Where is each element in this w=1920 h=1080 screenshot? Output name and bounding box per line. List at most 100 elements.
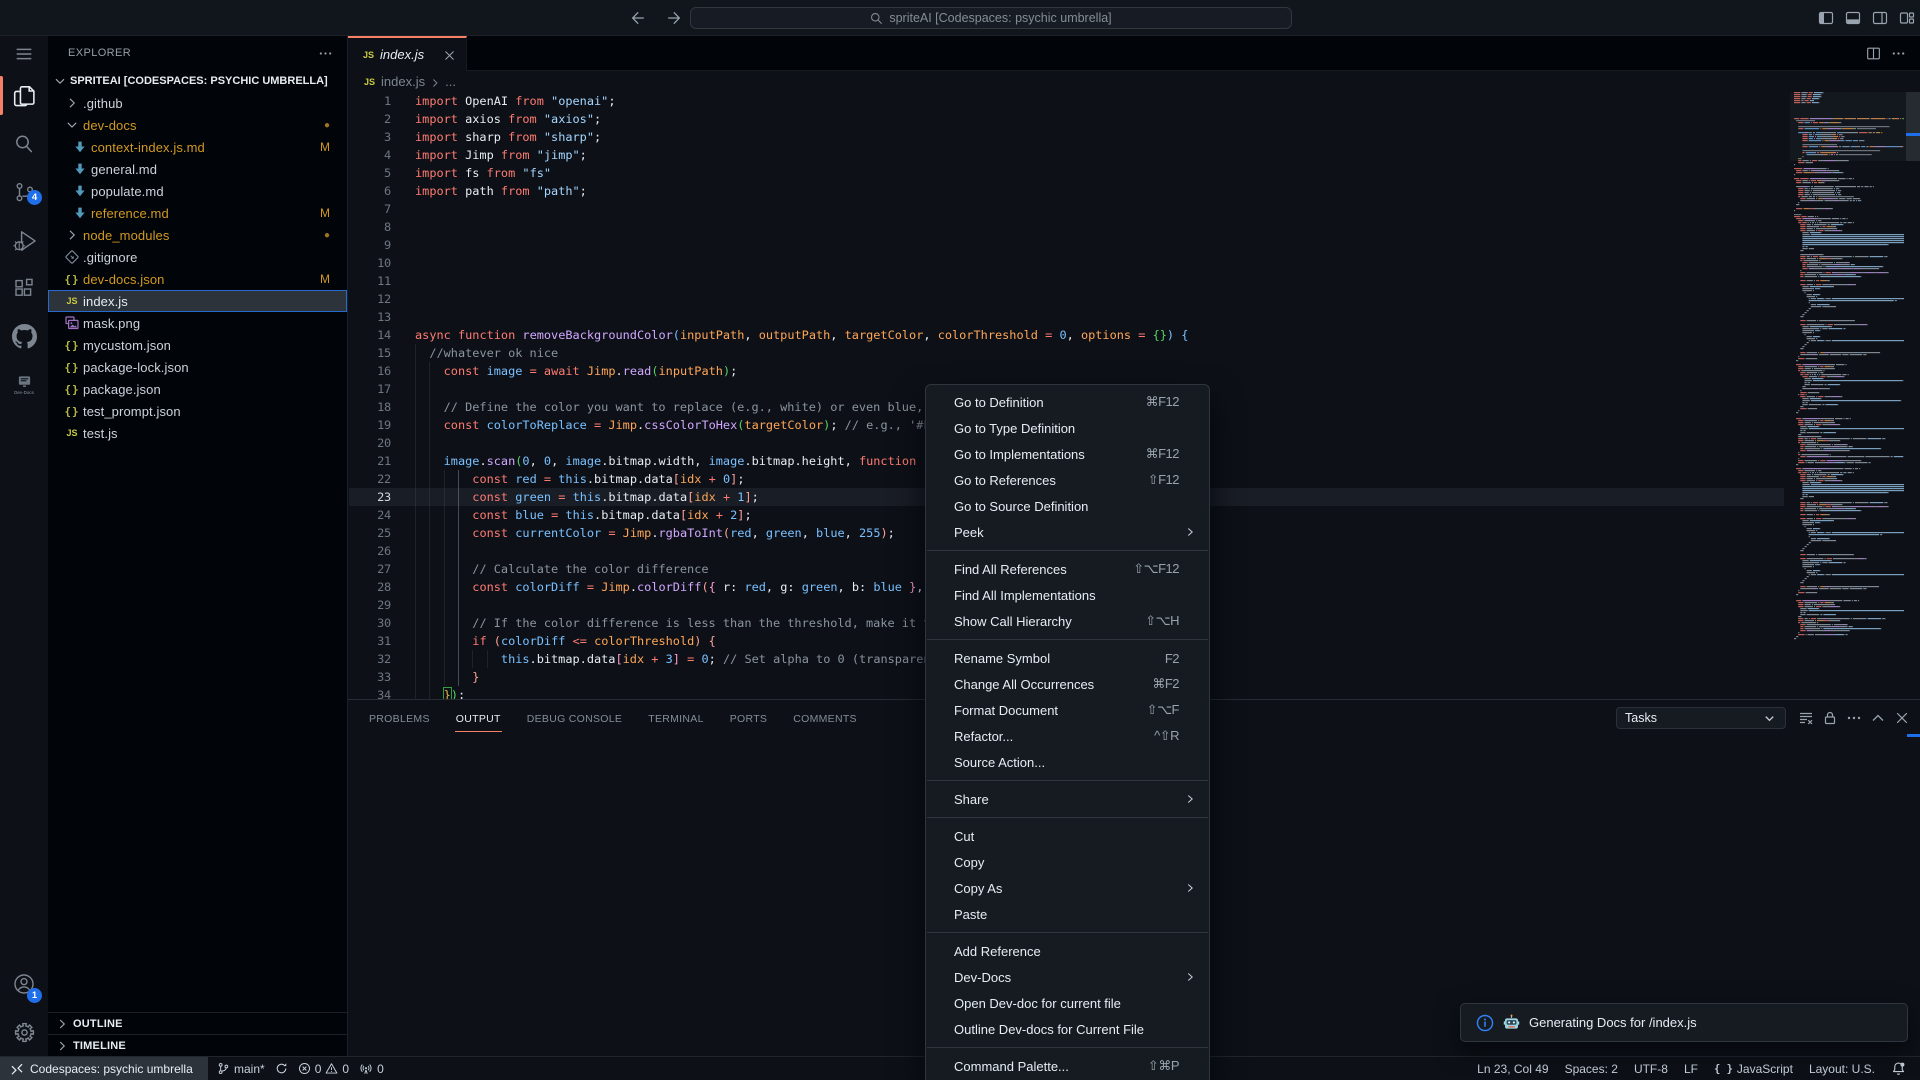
status-cursor-position[interactable]: Ln 23, Col 49: [1469, 1057, 1556, 1080]
code-line-12[interactable]: 12: [348, 290, 1784, 308]
code-line-11[interactable]: 11: [348, 272, 1784, 290]
output-channel-dropdown[interactable]: Tasks: [1616, 707, 1786, 729]
activity-explorer[interactable]: [0, 72, 48, 120]
activity-settings[interactable]: [0, 1008, 48, 1056]
code-line-1[interactable]: 1import OpenAI from "openai";: [348, 92, 1784, 110]
panel-tab-terminal[interactable]: TERMINAL: [647, 707, 705, 732]
toggle-secondary-sidebar-icon[interactable]: [1872, 10, 1888, 26]
tree-item-general-md[interactable]: general.md: [48, 158, 347, 180]
panel-more-actions-icon[interactable]: [1846, 710, 1862, 726]
status-sync[interactable]: [270, 1057, 293, 1080]
status-encoding[interactable]: UTF-8: [1626, 1057, 1676, 1080]
tree-item--gitignore[interactable]: .gitignore: [48, 246, 347, 268]
activity-github[interactable]: [0, 312, 48, 360]
tree-item--github[interactable]: .github: [48, 92, 347, 114]
maximize-panel-icon[interactable]: [1870, 710, 1886, 726]
activity-menu[interactable]: [0, 30, 48, 78]
tree-item-reference-md[interactable]: reference.mdM: [48, 202, 347, 224]
code-line-5[interactable]: 5import fs from "fs": [348, 164, 1784, 182]
code-line-15[interactable]: 15 //whatever ok nice: [348, 344, 1784, 362]
tree-item-index-js[interactable]: JSindex.js: [48, 290, 347, 312]
menu-item-command-palette[interactable]: Command Palette...⇧⌘P: [926, 1053, 1209, 1079]
menu-item-go-to-references[interactable]: Go to References⇧F12: [926, 467, 1209, 493]
code-line-4[interactable]: 4import Jimp from "jimp";: [348, 146, 1784, 164]
code-line-6[interactable]: 6import path from "path";: [348, 182, 1784, 200]
menu-item-paste[interactable]: Paste: [926, 901, 1209, 927]
activity-dev-docs[interactable]: Dev-Docs: [0, 360, 48, 408]
breadcrumb[interactable]: JS index.js ...: [348, 71, 1920, 92]
menu-item-source-action[interactable]: Source Action...: [926, 749, 1209, 775]
code-line-3[interactable]: 3import sharp from "sharp";: [348, 128, 1784, 146]
code-line-10[interactable]: 10: [348, 254, 1784, 272]
editor-more-actions-icon[interactable]: [1891, 46, 1906, 61]
minimap-slider[interactable]: [1790, 92, 1906, 161]
notification-toast[interactable]: Generating Docs for /index.js: [1460, 1003, 1908, 1042]
close-panel-icon[interactable]: [1894, 710, 1910, 726]
menu-item-cut[interactable]: Cut: [926, 823, 1209, 849]
tab-index-js[interactable]: JS index.js: [348, 36, 467, 71]
status-problems[interactable]: 00: [293, 1057, 354, 1080]
menu-item-peek[interactable]: Peek: [926, 519, 1209, 545]
toggle-sidebar-icon[interactable]: [1818, 10, 1834, 26]
code-line-16[interactable]: 16 const image = await Jimp.read(inputPa…: [348, 362, 1784, 380]
menu-item-add-reference[interactable]: Add Reference: [926, 938, 1209, 964]
outline-section[interactable]: OUTLINE: [48, 1012, 347, 1034]
menu-item-go-to-definition[interactable]: Go to Definition⌘F12: [926, 389, 1209, 415]
explorer-section-header[interactable]: SPRITEAI [CODESPACES: PSYCHIC UMBRELLA]: [48, 70, 347, 92]
panel-tab-output[interactable]: OUTPUT: [455, 707, 502, 732]
menu-item-find-all-implementations[interactable]: Find All Implementations: [926, 582, 1209, 608]
panel-tab-comments[interactable]: COMMENTS: [792, 707, 858, 732]
status-eol[interactable]: LF: [1676, 1057, 1706, 1080]
menu-item-outline-dev-docs-for-current-file[interactable]: Outline Dev-docs for Current File: [926, 1016, 1209, 1042]
nav-back-icon[interactable]: [630, 10, 646, 26]
breadcrumb-symbol[interactable]: ...: [445, 74, 456, 89]
breadcrumb-file[interactable]: index.js: [381, 74, 425, 89]
tree-item-mask-png[interactable]: mask.png: [48, 312, 347, 334]
tree-item-context-index-js-md[interactable]: context-index.js.mdM: [48, 136, 347, 158]
menu-item-rename-symbol[interactable]: Rename SymbolF2: [926, 645, 1209, 671]
tree-item-package-json[interactable]: {}package.json: [48, 378, 347, 400]
activity-extensions[interactable]: [0, 264, 48, 312]
customize-layout-icon[interactable]: [1899, 10, 1915, 26]
tree-item-test-prompt-json[interactable]: {}test_prompt.json: [48, 400, 347, 422]
code-line-2[interactable]: 2import axios from "axios";: [348, 110, 1784, 128]
menu-item-find-all-references[interactable]: Find All References⇧⌥F12: [926, 556, 1209, 582]
status-ports[interactable]: 0: [354, 1057, 389, 1080]
tree-item-package-lock-json[interactable]: {}package-lock.json: [48, 356, 347, 378]
status-language-mode[interactable]: { }JavaScript: [1706, 1057, 1801, 1080]
tab-close-icon[interactable]: [441, 47, 458, 64]
tree-item-node-modules[interactable]: node_modules●: [48, 224, 347, 246]
status-keyboard-layout[interactable]: Layout: U.S.: [1801, 1057, 1883, 1080]
toggle-panel-icon[interactable]: [1845, 10, 1861, 26]
tree-item-mycustom-json[interactable]: {}mycustom.json: [48, 334, 347, 356]
activity-run-and-debug[interactable]: [0, 216, 48, 264]
explorer-more-icon[interactable]: [318, 46, 333, 61]
tree-item-test-js[interactable]: JStest.js: [48, 422, 347, 444]
remote-indicator[interactable]: Codespaces: psychic umbrella: [0, 1057, 208, 1080]
tree-item-dev-docs-json[interactable]: {}dev-docs.jsonM: [48, 268, 347, 290]
split-editor-icon[interactable]: [1866, 46, 1881, 61]
minimap[interactable]: [1790, 92, 1906, 699]
code-line-7[interactable]: 7: [348, 200, 1784, 218]
menu-item-change-all-occurrences[interactable]: Change All Occurrences⌘F2: [926, 671, 1209, 697]
menu-item-copy-as[interactable]: Copy As: [926, 875, 1209, 901]
activity-search[interactable]: [0, 120, 48, 168]
tree-item-dev-docs[interactable]: dev-docs●: [48, 114, 347, 136]
clear-output-icon[interactable]: [1798, 710, 1814, 726]
timeline-section[interactable]: TIMELINE: [48, 1034, 347, 1056]
status-branch[interactable]: main*: [212, 1057, 270, 1080]
code-line-8[interactable]: 8: [348, 218, 1784, 236]
menu-item-go-to-type-definition[interactable]: Go to Type Definition: [926, 415, 1209, 441]
menu-item-format-document[interactable]: Format Document⇧⌥F: [926, 697, 1209, 723]
status-indentation[interactable]: Spaces: 2: [1557, 1057, 1626, 1080]
panel-tab-ports[interactable]: PORTS: [729, 707, 768, 732]
code-line-13[interactable]: 13: [348, 308, 1784, 326]
menu-item-refactor[interactable]: Refactor...^⇧R: [926, 723, 1209, 749]
tree-item-populate-md[interactable]: populate.md: [48, 180, 347, 202]
status-notifications-bell[interactable]: [1883, 1057, 1914, 1080]
menu-item-copy[interactable]: Copy: [926, 849, 1209, 875]
command-center-search[interactable]: spriteAI [Codespaces: psychic umbrella]: [690, 7, 1292, 29]
panel-tab-problems[interactable]: PROBLEMS: [368, 707, 431, 732]
code-line-9[interactable]: 9: [348, 236, 1784, 254]
lock-icon[interactable]: [1822, 710, 1838, 726]
